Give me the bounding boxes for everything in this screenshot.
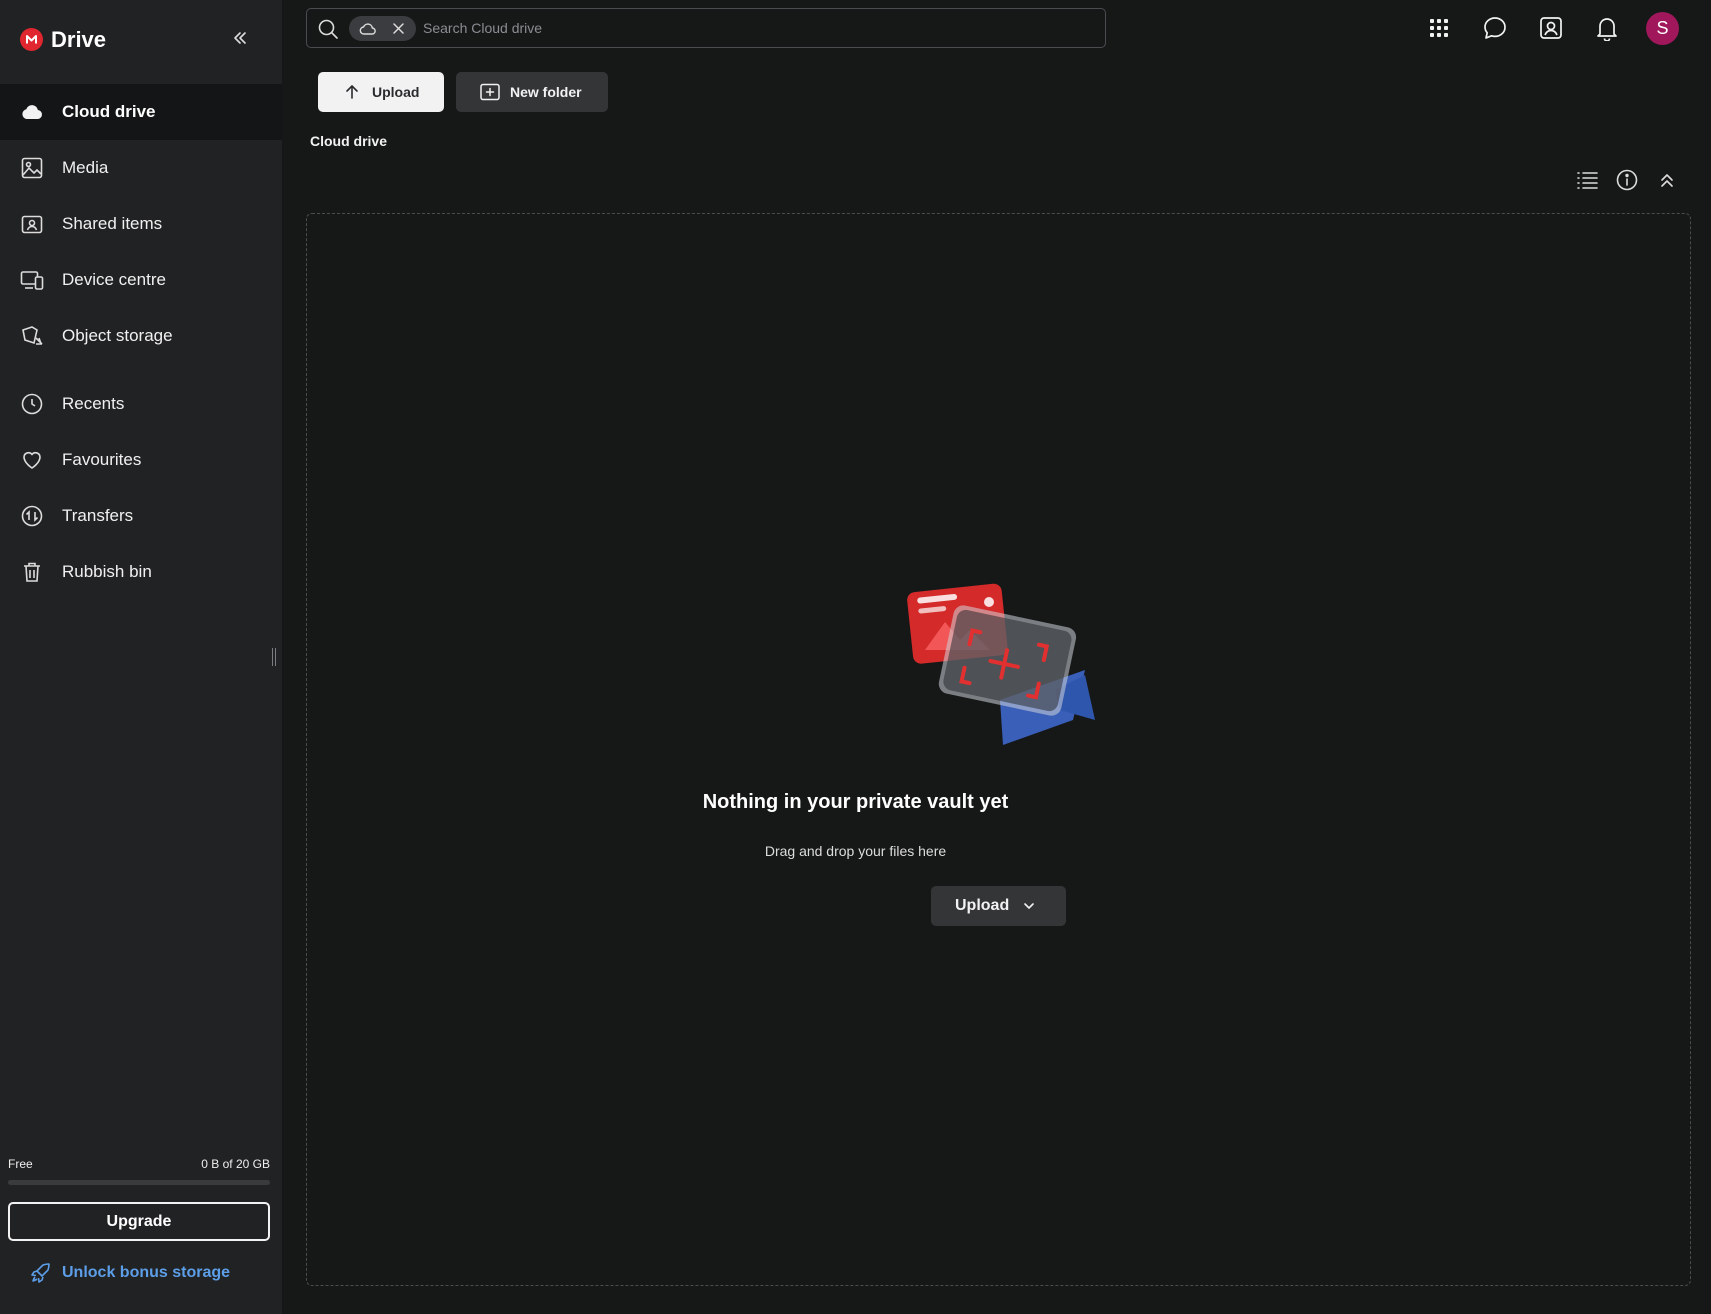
sidebar-item-favourites[interactable]: Favourites — [0, 432, 282, 488]
contacts-button[interactable] — [1537, 14, 1565, 42]
storage-plan-label: Free — [8, 1157, 33, 1171]
sidebar-resize-handle[interactable] — [272, 648, 278, 666]
sidebar-item-cloud-drive[interactable]: Cloud drive — [0, 84, 282, 140]
empty-upload-label: Upload — [955, 897, 1010, 914]
search-icon — [318, 19, 338, 39]
heart-icon — [23, 451, 41, 469]
close-icon[interactable] — [391, 21, 406, 36]
sidebar-item-object-storage[interactable]: Object storage — [0, 308, 282, 364]
list-view-icon — [1577, 172, 1598, 189]
sidebar-item-label: Device centre — [62, 270, 166, 289]
sidebar-item-media[interactable]: Media — [0, 140, 282, 196]
folder-plus-icon — [480, 83, 500, 101]
rocket-icon — [31, 1263, 50, 1283]
image-icon — [21, 157, 43, 179]
sidebar-item-label: Rubbish bin — [62, 562, 152, 581]
list-view-button[interactable] — [1575, 168, 1599, 192]
info-icon — [1616, 169, 1638, 191]
chevron-down-icon — [1024, 903, 1034, 909]
info-button[interactable] — [1615, 168, 1639, 192]
app-title: Drive — [51, 27, 107, 52]
devices-icon — [20, 271, 44, 290]
cloud-icon — [359, 23, 376, 35]
apps-button[interactable] — [1425, 14, 1453, 42]
sidebar-item-label: Media — [62, 158, 109, 177]
collapse-up-icon — [1661, 174, 1673, 187]
cloud-icon — [22, 105, 42, 119]
sidebar-item-label: Transfers — [62, 506, 134, 525]
apps-grid-icon — [1430, 19, 1448, 37]
sidebar-item-recents[interactable]: Recents — [0, 376, 282, 432]
unlock-bonus-storage-link[interactable]: Unlock bonus storage — [30, 1262, 230, 1284]
clock-icon — [21, 393, 43, 415]
avatar[interactable]: S — [1646, 12, 1679, 45]
trash-icon — [24, 562, 40, 582]
breadcrumb[interactable]: Cloud drive — [310, 133, 387, 149]
sidebar-item-label: Favourites — [62, 450, 142, 469]
mega-logo-icon — [20, 28, 43, 51]
sidebar-item-label: Object storage — [62, 326, 173, 345]
bucket-icon — [22, 326, 43, 345]
chat-icon — [1484, 17, 1506, 39]
sidebar-item-label: Recents — [62, 394, 125, 413]
upload-button-label: Upload — [372, 84, 420, 100]
new-folder-button[interactable]: New folder — [456, 72, 608, 112]
search-bar — [306, 8, 1106, 48]
contacts-icon — [1540, 17, 1562, 39]
sidebar-item-device-centre[interactable]: Device centre — [0, 252, 282, 308]
storage-progress-bar — [8, 1180, 270, 1185]
arrow-up-icon — [346, 84, 358, 99]
sidebar-item-shared-items[interactable]: Shared items — [0, 196, 282, 252]
empty-vault-illustration-icon — [907, 583, 1095, 745]
empty-state-subtitle: Drag and drop your files here — [764, 843, 947, 859]
transfer-icon — [21, 505, 43, 527]
bonus-storage-label: Unlock bonus storage — [62, 1264, 231, 1281]
new-folder-button-label: New folder — [510, 84, 582, 100]
collapse-up-button[interactable] — [1655, 168, 1679, 192]
chevrons-left-icon — [234, 32, 246, 44]
app-root: Drive Cloud drive Media Shared items Dev… — [0, 0, 1711, 1314]
sidebar-item-label: Shared items — [62, 214, 163, 233]
empty-state-title: Nothing in your private vault yet — [702, 791, 1009, 813]
upgrade-button[interactable]: Upgrade — [8, 1202, 270, 1241]
empty-state-upload-button[interactable]: Upload — [931, 886, 1066, 926]
sidebar: Drive Cloud drive Media Shared items Dev… — [0, 0, 282, 1314]
shared-folder-icon — [21, 215, 43, 234]
collapse-sidebar-button[interactable] — [228, 26, 252, 50]
chat-button[interactable] — [1481, 14, 1509, 42]
search-input[interactable] — [423, 15, 1093, 41]
notifications-button[interactable] — [1593, 14, 1621, 42]
bell-icon — [1597, 18, 1617, 41]
sidebar-item-transfers[interactable]: Transfers — [0, 488, 282, 544]
search-scope-chip[interactable] — [349, 16, 416, 41]
sidebar-item-label: Cloud drive — [62, 102, 156, 121]
sidebar-item-rubbish-bin[interactable]: Rubbish bin — [0, 544, 282, 600]
logo-row: Drive — [0, 0, 282, 78]
storage-usage: 0 B of 20 GB — [201, 1157, 270, 1171]
upload-button[interactable]: Upload — [318, 72, 444, 112]
